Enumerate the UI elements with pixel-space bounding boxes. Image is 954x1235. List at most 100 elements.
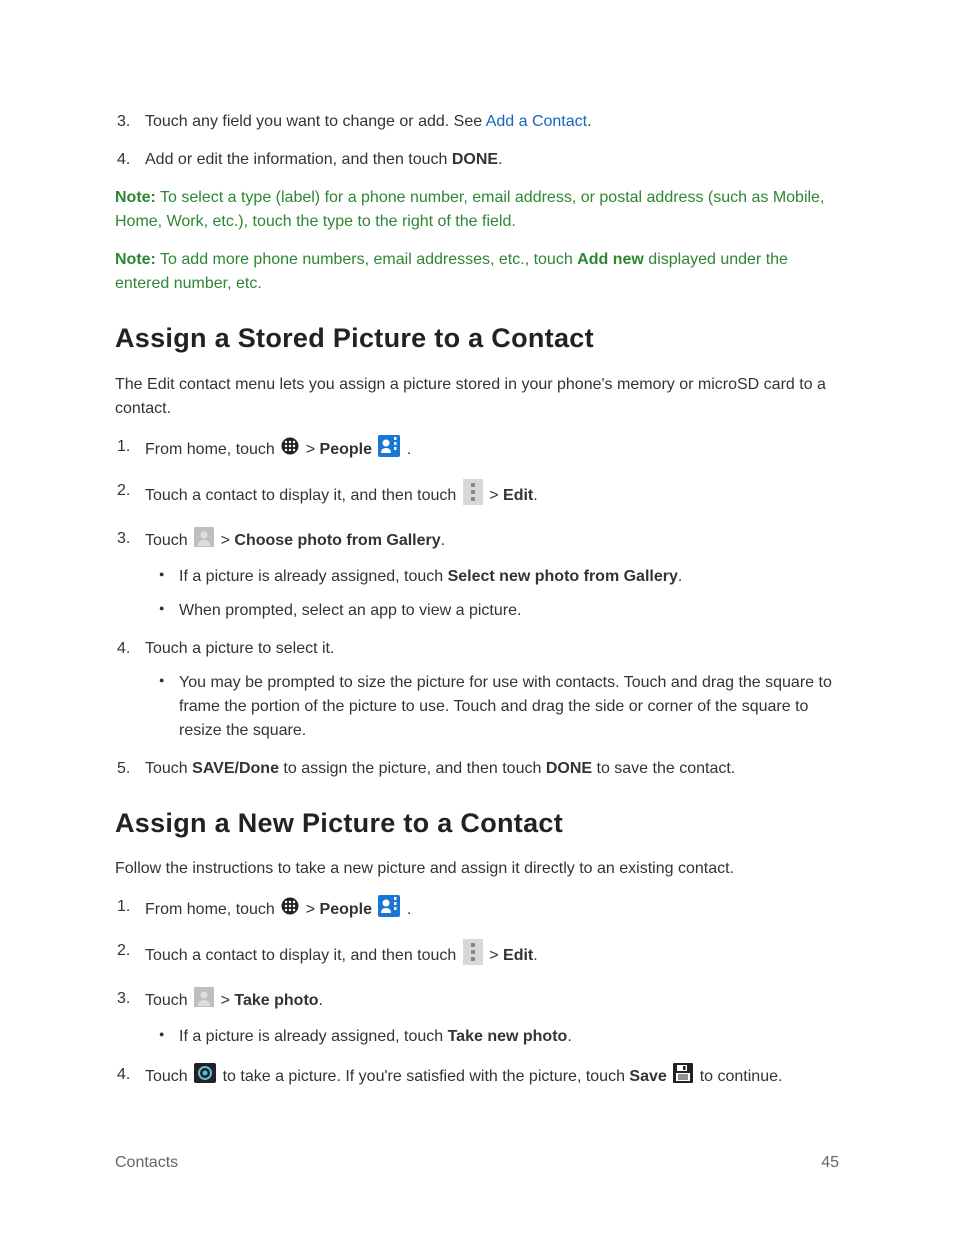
list-item: 3. Touch any field you want to change or… bbox=[145, 110, 839, 134]
intro-paragraph: Follow the instructions to take a new pi… bbox=[115, 857, 839, 881]
text: . bbox=[567, 1028, 571, 1045]
bold-text: Take photo bbox=[234, 992, 318, 1009]
bold-text: DONE bbox=[546, 760, 592, 777]
page-footer: Contacts 45 bbox=[115, 1151, 839, 1175]
text: . bbox=[533, 487, 537, 504]
heading-assign-stored-picture: Assign a Stored Picture to a Contact bbox=[115, 318, 839, 359]
section1-steps: 1. From home, touch > People . 2. Touch … bbox=[115, 435, 839, 781]
text: Touch a picture to select it. bbox=[145, 640, 334, 657]
list-item: 2. Touch a contact to display it, and th… bbox=[145, 939, 839, 973]
text: Touch bbox=[145, 1068, 192, 1085]
list-number: 5. bbox=[117, 757, 130, 781]
text: to continue. bbox=[700, 1068, 783, 1085]
text: From home, touch bbox=[145, 901, 279, 918]
text: . bbox=[407, 901, 411, 918]
text: to assign the picture, and then touch bbox=[279, 760, 546, 777]
text: > bbox=[489, 947, 503, 964]
text: Touch bbox=[145, 992, 192, 1009]
bullet-item: You may be prompted to size the picture … bbox=[179, 671, 839, 743]
contact-photo-placeholder-icon bbox=[194, 527, 214, 555]
contact-photo-placeholder-icon bbox=[194, 987, 214, 1015]
text: . bbox=[319, 992, 323, 1009]
text: Touch bbox=[145, 760, 192, 777]
list-item: 5. Touch SAVE/Done to assign the picture… bbox=[145, 757, 839, 781]
list-item: 4. Touch to take a picture. If you're sa… bbox=[145, 1063, 839, 1091]
bold-text: Save bbox=[629, 1068, 666, 1085]
text: From home, touch bbox=[145, 441, 279, 458]
intro-paragraph: The Edit contact menu lets you assign a … bbox=[115, 373, 839, 421]
overflow-menu-icon bbox=[463, 479, 483, 513]
list-item: 1. From home, touch > People . bbox=[145, 435, 839, 465]
list-item: 3. Touch > Choose photo from Gallery. If… bbox=[145, 527, 839, 623]
top-continued-list: 3. Touch any field you want to change or… bbox=[115, 110, 839, 172]
text: . bbox=[407, 441, 411, 458]
text: Touch a contact to display it, and then … bbox=[145, 487, 461, 504]
people-app-icon bbox=[378, 895, 400, 925]
text: > bbox=[221, 992, 235, 1009]
list-number: 3. bbox=[117, 110, 130, 134]
footer-page-number: 45 bbox=[821, 1151, 839, 1175]
list-item: 3. Touch > Take photo. If a picture is a… bbox=[145, 987, 839, 1049]
list-item: 2. Touch a contact to display it, and th… bbox=[145, 479, 839, 513]
text: > bbox=[489, 487, 503, 504]
note-paragraph: Note: To select a type (label) for a pho… bbox=[115, 186, 839, 234]
text: If a picture is already assigned, touch bbox=[179, 1028, 448, 1045]
sub-bullets: You may be prompted to size the picture … bbox=[145, 671, 839, 743]
sub-bullets: If a picture is already assigned, touch … bbox=[145, 565, 839, 623]
list-number: 4. bbox=[117, 1063, 130, 1087]
text: . bbox=[533, 947, 537, 964]
sub-bullets: If a picture is already assigned, touch … bbox=[145, 1025, 839, 1049]
apps-grid-icon bbox=[281, 437, 299, 463]
text: . bbox=[678, 568, 682, 585]
list-item: 4. Touch a picture to select it. You may… bbox=[145, 637, 839, 743]
text: When prompted, select an app to view a p… bbox=[179, 602, 521, 619]
bold-text: Add new bbox=[577, 251, 644, 268]
text: Touch bbox=[145, 532, 192, 549]
text: Add or edit the information, and then to… bbox=[145, 151, 452, 168]
text: . bbox=[587, 113, 591, 130]
text: Touch a contact to display it, and then … bbox=[145, 947, 461, 964]
bold-text: SAVE/Done bbox=[192, 760, 279, 777]
camera-shutter-icon bbox=[194, 1063, 216, 1091]
list-number: 1. bbox=[117, 435, 130, 459]
text: Touch any field you want to change or ad… bbox=[145, 113, 486, 130]
list-number: 2. bbox=[117, 479, 130, 503]
list-number: 3. bbox=[117, 987, 130, 1011]
list-item: 1. From home, touch > People . bbox=[145, 895, 839, 925]
text: > bbox=[221, 532, 235, 549]
apps-grid-icon bbox=[281, 897, 299, 923]
bold-text: Edit bbox=[503, 487, 533, 504]
bullet-item: When prompted, select an app to view a p… bbox=[179, 599, 839, 623]
note-paragraph: Note: To add more phone numbers, email a… bbox=[115, 248, 839, 296]
list-number: 1. bbox=[117, 895, 130, 919]
text: . bbox=[441, 532, 445, 549]
text: You may be prompted to size the picture … bbox=[179, 674, 832, 739]
list-number: 2. bbox=[117, 939, 130, 963]
bold-text: Choose photo from Gallery bbox=[234, 532, 440, 549]
bold-text: People bbox=[320, 901, 372, 918]
list-item: 4. Add or edit the information, and then… bbox=[145, 148, 839, 172]
people-app-icon bbox=[378, 435, 400, 465]
note-label: Note: bbox=[115, 251, 156, 268]
text: to take a picture. If you're satisfied w… bbox=[223, 1068, 630, 1085]
bullet-item: If a picture is already assigned, touch … bbox=[179, 1025, 839, 1049]
link-add-a-contact[interactable]: Add a Contact bbox=[486, 113, 587, 130]
bold-text: Select new photo from Gallery bbox=[448, 568, 678, 585]
bold-text: Edit bbox=[503, 947, 533, 964]
overflow-menu-icon bbox=[463, 939, 483, 973]
bold-text: Take new photo bbox=[448, 1028, 568, 1045]
text: If a picture is already assigned, touch bbox=[179, 568, 448, 585]
bold-text: People bbox=[320, 441, 372, 458]
note-text: To select a type (label) for a phone num… bbox=[115, 189, 824, 230]
text: > bbox=[306, 901, 320, 918]
text: . bbox=[498, 151, 502, 168]
list-number: 4. bbox=[117, 637, 130, 661]
list-number: 4. bbox=[117, 148, 130, 172]
list-number: 3. bbox=[117, 527, 130, 551]
note-text: To add more phone numbers, email address… bbox=[156, 251, 577, 268]
save-disk-icon bbox=[673, 1063, 693, 1091]
section2-steps: 1. From home, touch > People . 2. Touch … bbox=[115, 895, 839, 1091]
bullet-item: If a picture is already assigned, touch … bbox=[179, 565, 839, 589]
note-label: Note: bbox=[115, 189, 156, 206]
text: to save the contact. bbox=[592, 760, 735, 777]
